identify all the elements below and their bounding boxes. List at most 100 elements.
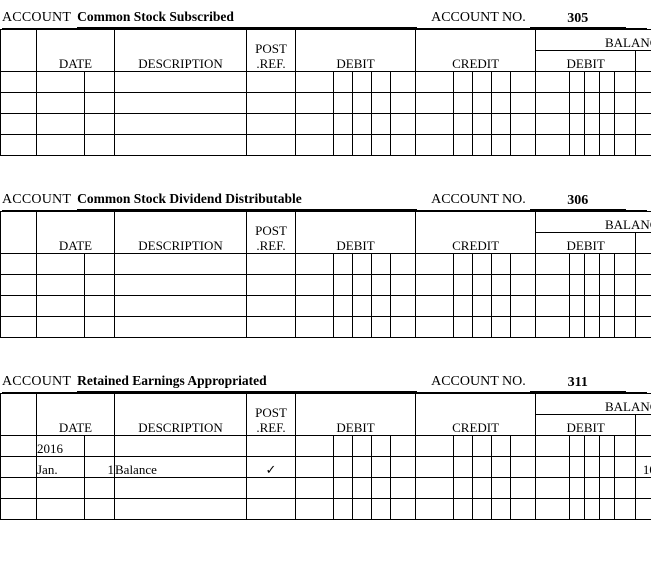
debit-digit-cell[interactable] [371,113,391,135]
credit-digit-cell[interactable] [472,274,493,296]
post-ref-cell[interactable] [246,316,296,338]
date-month-cell[interactable] [36,71,85,93]
description-cell[interactable] [114,92,247,114]
credit-digit-cell[interactable] [491,316,512,338]
credit-digit-cell[interactable] [415,274,455,296]
debit-digit-cell[interactable] [389,435,417,457]
debit-digit-cell[interactable] [389,477,417,499]
balance-debit-digit-cell[interactable] [599,316,616,338]
table-row[interactable] [0,113,651,135]
post-ref-cell[interactable] [246,92,296,114]
balance-debit-digit-cell[interactable] [614,477,637,499]
credit-digit-cell[interactable] [510,435,537,457]
post-ref-cell[interactable] [246,113,296,135]
credit-digit-cell[interactable] [453,498,474,520]
credit-digit-cell[interactable] [453,113,474,135]
credit-digit-cell[interactable] [491,71,512,93]
balance-debit-digit-cell[interactable] [614,274,637,296]
credit-digit-cell[interactable] [415,477,455,499]
debit-digit-cell[interactable] [333,113,353,135]
post-ref-cell[interactable] [246,253,296,275]
table-row[interactable] [0,498,651,520]
credit-digit-cell[interactable] [415,92,455,114]
balance-credit-digit-cell[interactable] [635,71,651,93]
balance-debit-digit-cell[interactable] [614,498,637,520]
debit-digit-cell[interactable] [389,456,417,478]
credit-digit-cell[interactable] [510,456,537,478]
credit-digit-cell[interactable] [510,253,537,275]
table-row[interactable] [0,316,651,338]
debit-digit-cell[interactable] [333,456,353,478]
balance-debit-digit-cell[interactable] [535,498,571,520]
post-ref-cell[interactable] [246,477,296,499]
credit-digit-cell[interactable] [510,274,537,296]
date-day-cell[interactable] [84,113,115,135]
description-cell[interactable] [114,134,247,156]
debit-digit-cell[interactable] [295,477,334,499]
credit-digit-cell[interactable] [491,92,512,114]
credit-digit-cell[interactable] [491,274,512,296]
credit-digit-cell[interactable] [472,253,493,275]
debit-digit-cell[interactable] [389,295,417,317]
credit-digit-cell[interactable] [453,477,474,499]
balance-debit-digit-cell[interactable] [584,113,601,135]
balance-debit-digit-cell[interactable] [599,71,616,93]
balance-debit-digit-cell[interactable] [614,295,637,317]
balance-credit-digit-cell[interactable] [635,295,651,317]
credit-digit-cell[interactable] [491,134,512,156]
debit-digit-cell[interactable] [371,477,391,499]
credit-digit-cell[interactable] [510,498,537,520]
debit-digit-cell[interactable] [333,435,353,457]
credit-digit-cell[interactable] [453,274,474,296]
account-name-field[interactable]: Common Stock Dividend Distributable [77,191,418,210]
balance-debit-digit-cell[interactable] [535,71,571,93]
balance-debit-digit-cell[interactable] [569,92,586,114]
credit-digit-cell[interactable] [415,134,455,156]
debit-digit-cell[interactable] [333,253,353,275]
table-row[interactable]: Jan.1Balance✓10000000 [0,456,651,478]
balance-debit-digit-cell[interactable] [569,71,586,93]
debit-digit-cell[interactable] [389,498,417,520]
account-no-field[interactable]: 305 [529,9,626,28]
balance-debit-digit-cell[interactable] [614,253,637,275]
description-cell[interactable] [114,498,247,520]
date-month-cell[interactable] [36,316,85,338]
description-cell[interactable] [114,113,247,135]
post-ref-cell[interactable] [246,498,296,520]
debit-digit-cell[interactable] [295,435,334,457]
credit-digit-cell[interactable] [510,113,537,135]
credit-digit-cell[interactable] [472,92,493,114]
debit-digit-cell[interactable] [371,316,391,338]
date-month-cell[interactable] [36,295,85,317]
balance-debit-digit-cell[interactable] [584,92,601,114]
balance-debit-digit-cell[interactable] [584,477,601,499]
debit-digit-cell[interactable] [333,477,353,499]
post-ref-cell[interactable]: ✓ [246,456,296,478]
debit-digit-cell[interactable] [295,456,334,478]
description-cell[interactable] [114,477,247,499]
description-cell[interactable] [114,253,247,275]
balance-debit-digit-cell[interactable] [599,134,616,156]
post-ref-cell[interactable] [246,295,296,317]
table-row[interactable] [0,477,651,499]
debit-digit-cell[interactable] [295,113,334,135]
date-month-cell[interactable] [36,113,85,135]
debit-digit-cell[interactable] [333,295,353,317]
balance-debit-digit-cell[interactable] [584,295,601,317]
credit-digit-cell[interactable] [415,316,455,338]
debit-digit-cell[interactable] [352,295,372,317]
date-month-cell[interactable] [36,274,85,296]
balance-credit-digit-cell[interactable] [635,435,651,457]
balance-debit-digit-cell[interactable] [535,477,571,499]
post-ref-cell[interactable] [246,274,296,296]
debit-digit-cell[interactable] [371,71,391,93]
debit-digit-cell[interactable] [371,253,391,275]
description-cell[interactable]: Balance [114,456,247,478]
debit-digit-cell[interactable] [333,498,353,520]
debit-digit-cell[interactable] [295,71,334,93]
credit-digit-cell[interactable] [491,477,512,499]
balance-debit-digit-cell[interactable] [569,498,586,520]
table-row[interactable] [0,253,651,275]
balance-debit-digit-cell[interactable] [584,435,601,457]
debit-digit-cell[interactable] [333,134,353,156]
